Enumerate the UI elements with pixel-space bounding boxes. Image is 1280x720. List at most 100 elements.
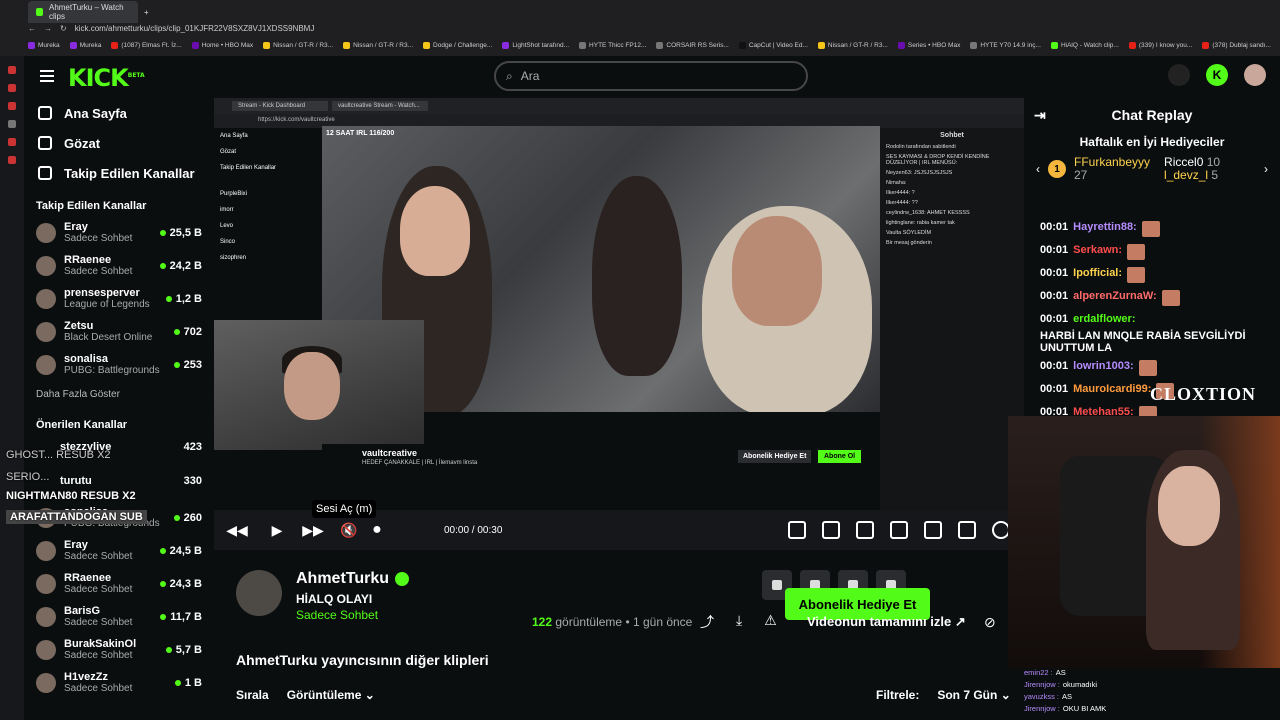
filter-dropdown[interactable]: Son 7 Gün ⌄ [937,688,1010,702]
channel-name[interactable]: AhmetTurku [296,570,389,588]
message-user[interactable]: lowrin1003: [1073,360,1134,372]
channel-name: BarisG [64,605,101,617]
download-icon[interactable]: ⤓ [736,612,742,632]
bookmark-item[interactable]: Dodge / Challenge... [423,41,492,49]
kick-logo[interactable]: KICKBETA [68,64,145,92]
channel-item[interactable]: sonalisa PUBG: Battlegrounds 253 [24,348,214,381]
bookmark-item[interactable]: Series • HBO Max [897,41,960,49]
rank-badge: 1 [1048,160,1066,178]
logo-text: KICK [68,64,129,92]
fullscreen-icon[interactable] [958,521,976,539]
mute-icon[interactable]: 🔇 [340,521,358,539]
channel-item[interactable]: BarisG Sadece Sohbet 11,7 B [24,600,214,633]
message-user[interactable]: MauroIcardi99: [1073,383,1151,395]
view-count: 122 [532,615,553,629]
show-more-link[interactable]: Daha Fazla Göster [24,381,214,407]
viewer-count: 11,7 B [160,611,202,623]
kick-coin-icon[interactable]: K [1206,64,1228,86]
menu-icon[interactable] [40,70,54,82]
sub-alert-line: ARAFATTANDOGAN SUB [6,510,147,524]
home-icon [38,106,52,120]
channel-name: RRaenee [64,254,112,266]
user-avatar[interactable] [1244,64,1266,86]
chevron-right-icon[interactable]: › [1264,162,1268,176]
sort-dropdown[interactable]: Görüntüleme ⌄ [287,688,375,702]
bookmark-item[interactable]: HiAlQ - Watch clip... [1050,41,1119,49]
side-panel-icon[interactable] [8,138,16,146]
miniplayer-icon[interactable] [890,521,908,539]
overlay-channel-name[interactable]: turutu [60,475,92,487]
message-user[interactable]: Ipofficial: [1073,267,1122,279]
message-user[interactable]: Serkawn: [1073,244,1122,256]
bookmark-item[interactable]: Nissan / GT-R / R3... [263,41,333,49]
channel-avatar [36,222,56,243]
channel-name-row[interactable]: AhmetTurku [296,570,410,588]
play-icon[interactable]: ▶ [268,521,286,539]
sidebar-nav-item[interactable]: Takip Edilen Kanallar [24,158,214,188]
channel-item[interactable]: BurakSakinOl Sadece Sohbet 5,7 B [24,633,214,666]
browser-tab[interactable]: AhmetTurku – Watch clips [28,1,138,23]
share-icon[interactable]: ⤴ [700,612,714,632]
forward-icon[interactable]: ▶▶ [302,521,324,539]
side-panel-icon[interactable] [8,66,16,74]
message-user[interactable]: erdalflower: [1073,313,1135,325]
bookmark-item[interactable]: (1087) Elmas Ft. İz... [111,41,182,49]
side-panel-icon[interactable] [8,102,16,110]
message-user[interactable]: alperenZurnaW: [1073,290,1157,302]
back-icon[interactable]: ← [28,24,36,33]
bookmark-item[interactable]: Mureka [28,41,60,49]
address-bar[interactable]: kick.com/ahmetturku/clips/clip_01KJFR22V… [75,24,315,33]
bookmark-item[interactable]: HYTE Y70 14.9 inç... [970,41,1041,49]
stats-icon[interactable] [856,521,874,539]
bookmark-item[interactable]: Mureka [69,41,101,49]
sidebar-nav-item[interactable]: Gözat [24,128,214,158]
side-panel-icon[interactable] [8,120,16,128]
inner-sidebar: Ana Sayfa Gözat Takip Edilen Kanallar Purpl… [220,128,322,266]
drops-icon[interactable] [1168,64,1190,86]
bookmark-item[interactable]: Nissan / GT-R / R3... [817,41,888,49]
volume-slider-icon[interactable]: ● [368,521,386,539]
message-user[interactable]: Hayrettin88: [1073,221,1137,233]
bookmark-item[interactable]: HYTE Thicc FP12... [579,41,646,49]
clip-player[interactable]: Stream - Kick Dashboard vaultcreative St… [214,98,1024,550]
channel-item[interactable]: Eray Sadece Sohbet 24,5 B [24,534,214,567]
watch-full-video-link[interactable]: Videonun tamamını izle ↗ [807,614,966,630]
sidebar-nav-item[interactable]: Ana Sayfa [24,98,214,128]
collapse-chat-icon[interactable]: ⇥ [1034,107,1046,124]
channel-category: Sadece Sohbet [64,266,133,277]
channel-item[interactable]: H1vezZz Sadece Sohbet 1 B [24,666,214,699]
bookmark-item[interactable]: (378) Dublaj sandı... [1202,41,1271,49]
rewind-icon[interactable]: ◀◀ [226,521,248,539]
bookmark-item[interactable]: Home • HBO Max [191,41,253,49]
inner-gift-sub-button: Abonelik Hediye Et [738,450,812,463]
theater-icon[interactable] [924,521,942,539]
forward-icon[interactable]: → [44,24,52,33]
bookmark-item[interactable]: (339) I know you... [1128,41,1192,49]
channel-item[interactable]: Eray Sadece Sohbet 25,5 B [24,216,214,249]
bookmark-item[interactable]: CapCut | Video Ed... [738,41,808,49]
report-icon[interactable]: ⚠ [764,612,777,632]
side-panel-icon[interactable] [8,156,16,164]
new-tab-icon[interactable]: + [144,8,149,17]
bookmark-item[interactable]: Nissan / GT-R / R3... [343,41,413,49]
channel-avatar[interactable] [236,570,282,616]
search-input[interactable]: ⌕ Ara [494,61,808,91]
channel-item[interactable]: prensesperver League of Legends 1,2 B [24,282,214,315]
channel-category: Sadece Sohbet [64,617,133,628]
hide-icon[interactable]: ⊘ [984,614,996,631]
inner-chat: Sohbet Rodolin tarafından sabitlendi SES … [880,128,1024,510]
inner-channel: Levo [220,223,234,229]
bookmark-item[interactable]: CORSAIR RS Seris... [656,41,729,49]
channel-item[interactable]: RRaenee Sadece Sohbet 24,2 B [24,249,214,282]
viewer-count: 24,3 B [160,578,202,590]
sparkle-icon[interactable] [822,521,840,539]
crop-icon[interactable] [788,521,806,539]
channel-item[interactable]: RRaenee Sadece Sohbet 24,3 B [24,567,214,600]
channel-item[interactable]: Zetsu Black Desert Online 702 [24,315,214,348]
chevron-left-icon[interactable]: ‹ [1036,162,1040,176]
side-panel-icon[interactable] [8,84,16,92]
clip-category[interactable]: Sadece Sohbet [296,608,378,622]
bookmark-item[interactable]: LightShot tarafınd... [502,41,569,49]
channel-info: H1vezZz Sadece Sohbet [64,671,167,694]
reload-icon[interactable]: ↻ [60,24,67,33]
